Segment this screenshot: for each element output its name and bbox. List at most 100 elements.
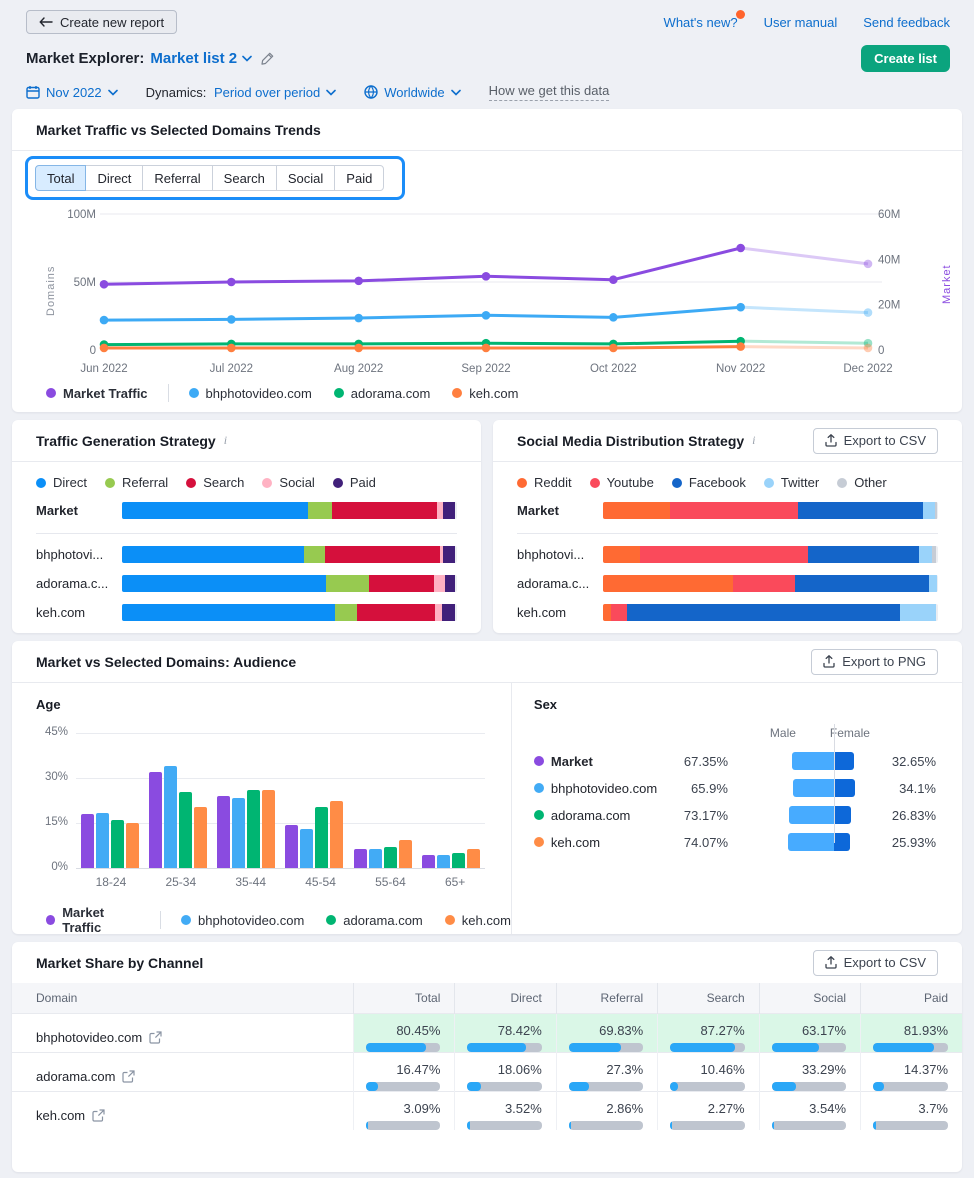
legend-dot bbox=[534, 810, 544, 820]
dynamics-filter[interactable]: Period over period bbox=[214, 85, 336, 100]
twitter-segment bbox=[929, 575, 937, 592]
domain-link[interactable]: keh.com bbox=[12, 1092, 353, 1123]
share-value-cell: 3.09% bbox=[354, 1092, 455, 1131]
export-png-button[interactable]: Export to PNG bbox=[811, 649, 938, 675]
export-csv-button[interactable]: Export to CSV bbox=[813, 428, 938, 454]
progress-fill bbox=[366, 1082, 378, 1091]
age-legend: Market Trafficbhphotovideo.comadorama.co… bbox=[46, 905, 511, 934]
progress-track bbox=[670, 1082, 744, 1091]
tab-social[interactable]: Social bbox=[276, 165, 335, 191]
progress-fill bbox=[467, 1121, 470, 1130]
tabs-highlight-box: TotalDirectReferralSearchSocialPaid bbox=[25, 156, 405, 200]
legend-label: bhphotovideo.com bbox=[206, 386, 312, 401]
legend-label: Reddit bbox=[534, 475, 572, 490]
youtube-segment bbox=[733, 575, 795, 592]
external-link-icon[interactable] bbox=[149, 1031, 162, 1044]
progress-fill bbox=[873, 1121, 876, 1130]
age-group-65+ bbox=[422, 849, 480, 869]
age-bar bbox=[467, 849, 480, 869]
age-bar bbox=[354, 849, 367, 869]
date-filter[interactable]: Nov 2022 bbox=[26, 85, 118, 100]
facebook-segment bbox=[627, 604, 900, 621]
search-segment bbox=[369, 575, 434, 592]
send-feedback-link[interactable]: Send feedback bbox=[863, 15, 950, 30]
row-label: adorama.c... bbox=[36, 576, 122, 591]
facebook-segment bbox=[798, 502, 923, 519]
facebook-segment bbox=[795, 575, 929, 592]
legend-item: Twitter bbox=[764, 475, 819, 490]
share-value-cell: 87.27% bbox=[658, 1014, 759, 1053]
progress-fill bbox=[569, 1121, 571, 1130]
legend-item: Social bbox=[262, 475, 314, 490]
how-we-get-data-link[interactable]: How we get this data bbox=[489, 83, 610, 101]
trends-card-title: Market Traffic vs Selected Domains Trend… bbox=[36, 122, 321, 138]
age-bar bbox=[300, 829, 313, 868]
tab-referral[interactable]: Referral bbox=[142, 165, 212, 191]
market-share-table: DomainTotalDirectReferralSearchSocialPai… bbox=[12, 983, 962, 1130]
divider bbox=[517, 533, 938, 534]
table-row: adorama.com16.47%18.06%27.3%10.46%33.29%… bbox=[12, 1053, 962, 1092]
user-manual-link[interactable]: User manual bbox=[764, 15, 838, 30]
external-link-icon[interactable] bbox=[122, 1070, 135, 1083]
share-percent: 69.83% bbox=[557, 1014, 657, 1043]
legend-item: Direct bbox=[36, 475, 87, 490]
chevron-down-icon bbox=[326, 89, 336, 96]
svg-text:Market: Market bbox=[941, 264, 953, 304]
traffic-generation-title: Traffic Generation Strategy bbox=[36, 433, 216, 449]
export-icon bbox=[823, 655, 835, 668]
tab-direct[interactable]: Direct bbox=[85, 165, 143, 191]
svg-text:Domains: Domains bbox=[45, 266, 57, 316]
divider bbox=[36, 533, 457, 534]
legend-dot bbox=[262, 478, 272, 488]
export-icon bbox=[825, 956, 837, 969]
domain-link[interactable]: bhphotovideo.com bbox=[12, 1014, 353, 1045]
social-media-card: Social Media Distribution Strategy i Exp… bbox=[493, 420, 962, 633]
whats-new-link[interactable]: What's new? bbox=[664, 15, 738, 30]
paid-segment bbox=[442, 604, 455, 621]
sex-bars bbox=[742, 779, 892, 797]
share-value-cell: 78.42% bbox=[455, 1014, 556, 1053]
share-percent: 27.3% bbox=[557, 1053, 657, 1082]
legend-label: Market Traffic bbox=[62, 905, 140, 934]
create-new-report-button[interactable]: Create new report bbox=[26, 10, 177, 34]
pencil-icon bbox=[260, 51, 275, 66]
age-group-55-64 bbox=[354, 840, 412, 869]
globe-icon bbox=[364, 85, 378, 99]
column-header-search: Search bbox=[658, 983, 759, 1014]
create-list-button[interactable]: Create list bbox=[861, 45, 950, 72]
edit-list-name-button[interactable] bbox=[258, 51, 277, 66]
share-percent: 2.27% bbox=[658, 1092, 758, 1121]
age-bar bbox=[330, 801, 343, 869]
legend-label: Referral bbox=[122, 475, 168, 490]
column-header-domain: Domain bbox=[12, 983, 354, 1014]
progress-fill bbox=[670, 1043, 735, 1052]
dynamics-label: Dynamics: bbox=[146, 85, 207, 100]
female-header: Female bbox=[830, 726, 870, 740]
progress-fill bbox=[873, 1043, 934, 1052]
stacked-bar bbox=[122, 604, 457, 621]
tab-total[interactable]: Total bbox=[35, 165, 86, 191]
share-percent: 78.42% bbox=[455, 1014, 555, 1043]
market-list-dropdown[interactable]: Market list 2 bbox=[150, 50, 252, 67]
progress-track bbox=[670, 1121, 744, 1130]
external-link-icon[interactable] bbox=[92, 1109, 105, 1122]
share-value-cell: 27.3% bbox=[556, 1053, 657, 1092]
age-bar bbox=[399, 840, 412, 869]
twitter-segment bbox=[900, 604, 935, 621]
region-filter[interactable]: Worldwide bbox=[364, 85, 460, 100]
export-csv-button[interactable]: Export to CSV bbox=[813, 950, 938, 976]
age-group-45-54 bbox=[285, 801, 343, 869]
tab-paid[interactable]: Paid bbox=[334, 165, 384, 191]
progress-fill bbox=[670, 1121, 672, 1130]
domain-cell: bhphotovideo.com bbox=[12, 1014, 354, 1053]
svg-text:Dec 2022: Dec 2022 bbox=[843, 363, 892, 375]
column-header-social: Social bbox=[759, 983, 860, 1014]
female-bar bbox=[834, 806, 851, 824]
tab-search[interactable]: Search bbox=[212, 165, 277, 191]
calendar-icon bbox=[26, 85, 40, 99]
legend-item: Youtube bbox=[590, 475, 654, 490]
paid-segment bbox=[443, 546, 456, 563]
referral-segment bbox=[335, 604, 358, 621]
other-segment bbox=[932, 546, 936, 563]
domain-link[interactable]: adorama.com bbox=[12, 1053, 353, 1084]
